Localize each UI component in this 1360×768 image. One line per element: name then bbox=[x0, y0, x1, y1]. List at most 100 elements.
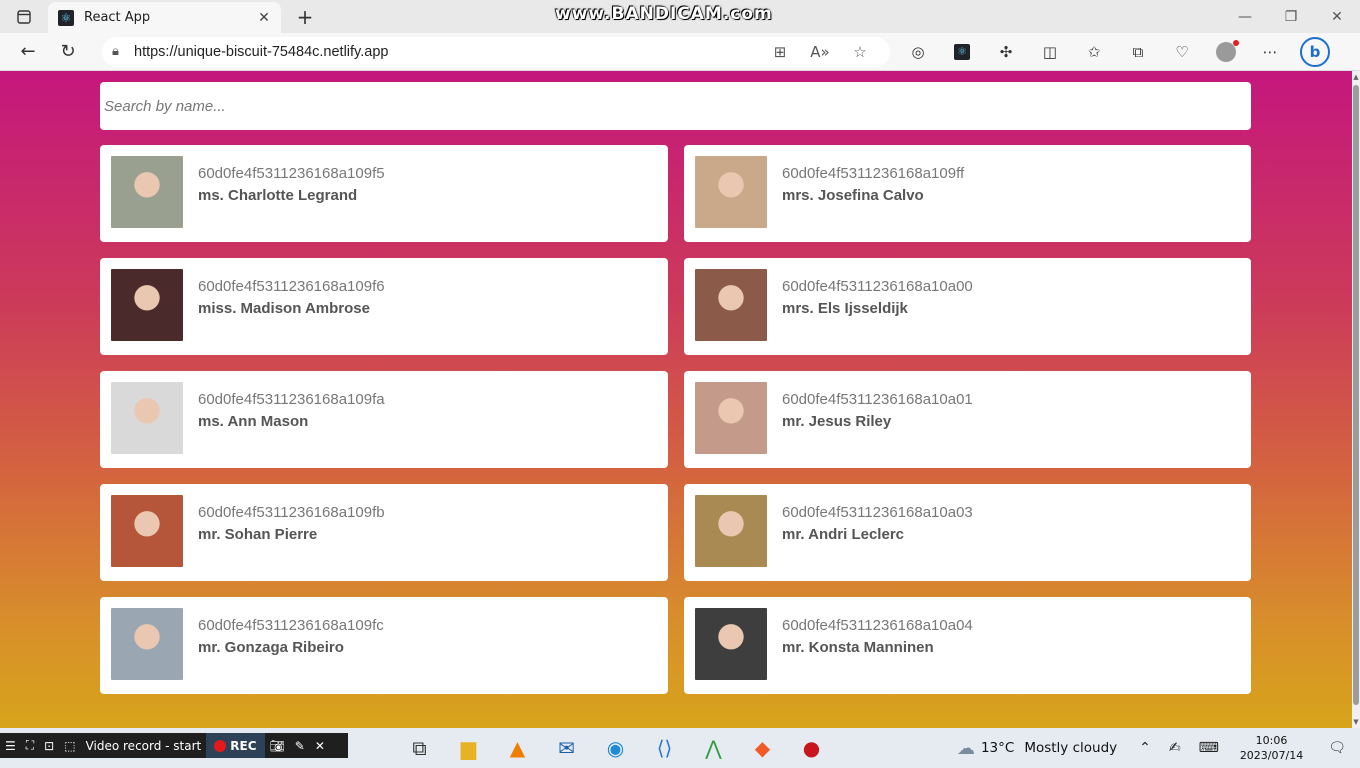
user-info: 60d0fe4f5311236168a109ff mrs. Josefina Ca… bbox=[782, 164, 964, 207]
user-card[interactable]: 60d0fe4f5311236168a10a03 mr. Andri Lecler… bbox=[684, 484, 1251, 581]
system-tray: ☁ 13°C Mostly cloudy ⌃ ✍ ⌨ 10:06 2023/07… bbox=[957, 728, 1360, 768]
pen-tray-icon[interactable]: ✍ bbox=[1169, 740, 1181, 756]
fullscreen-mode-icon[interactable]: ⛶ bbox=[21, 733, 39, 758]
cloudy-weather-icon[interactable]: ☁ bbox=[957, 738, 975, 759]
brave-icon[interactable]: ◆ bbox=[738, 728, 787, 768]
clock-time: 10:06 bbox=[1255, 734, 1288, 747]
user-card[interactable]: 60d0fe4f5311236168a109f6 miss. Madison Am… bbox=[100, 258, 668, 355]
user-name: mr. Andri Leclerc bbox=[782, 526, 904, 543]
mail-icon[interactable]: ✉ bbox=[542, 728, 591, 768]
rec-button[interactable]: REC bbox=[206, 733, 265, 758]
menu-icon[interactable]: ☰ bbox=[0, 733, 21, 758]
url-text[interactable]: https://unique-biscuit-75484c.netlify.ap… bbox=[134, 44, 760, 60]
target-window-icon[interactable]: ⊡ bbox=[39, 733, 59, 758]
user-id: 60d0fe4f5311236168a10a00 bbox=[782, 278, 973, 295]
user-name: mr. Sohan Pierre bbox=[198, 526, 318, 543]
user-info: 60d0fe4f5311236168a109f5 ms. Charlotte Le… bbox=[198, 164, 385, 207]
vscode-icon[interactable]: ⟨⟩ bbox=[640, 728, 689, 768]
rect-area-icon[interactable]: ⬚ bbox=[59, 733, 80, 758]
file-explorer-icon[interactable]: ▆ bbox=[444, 728, 493, 768]
user-card[interactable]: 60d0fe4f5311236168a10a01 mr. Jesus Riley bbox=[684, 371, 1251, 468]
recorder-label: Video record - start bbox=[85, 738, 202, 753]
user-avatar bbox=[111, 608, 183, 680]
scroll-up-icon[interactable]: ▲ bbox=[1352, 73, 1360, 81]
tab-title: React App bbox=[84, 10, 151, 25]
refresh-icon[interactable]: ↻ bbox=[48, 36, 88, 68]
user-card[interactable]: 60d0fe4f5311236168a109fa ms. Ann Mason bbox=[100, 371, 668, 468]
user-avatar bbox=[695, 269, 767, 341]
close-recorder-icon[interactable]: ✕ bbox=[310, 733, 330, 758]
browser-tab-bar: ⚛ React App ✕ + www.BANDICAM.com — ❐ ✕ bbox=[0, 0, 1360, 33]
user-info: 60d0fe4f5311236168a10a04 mr. Konsta Manni… bbox=[782, 616, 973, 659]
user-card[interactable]: 60d0fe4f5311236168a109fb mr. Sohan Pierre bbox=[100, 484, 668, 581]
user-avatar bbox=[695, 608, 767, 680]
notification-icon[interactable]: 🗨︎ bbox=[1328, 740, 1346, 756]
user-card[interactable]: 60d0fe4f5311236168a10a00 mrs. Els Ijsseld… bbox=[684, 258, 1251, 355]
user-card[interactable]: 60d0fe4f5311236168a10a04 mr. Konsta Manni… bbox=[684, 597, 1251, 694]
new-tab-button[interactable]: + bbox=[289, 1, 321, 33]
bing-icon[interactable]: b bbox=[1300, 36, 1330, 67]
minimize-icon[interactable]: — bbox=[1222, 0, 1268, 33]
tracking-icon[interactable]: ◎ bbox=[896, 36, 940, 68]
user-card[interactable]: 60d0fe4f5311236168a109fc mr. Gonzaga Ribe… bbox=[100, 597, 668, 694]
react-devtools-icon[interactable]: ⚛ bbox=[954, 43, 970, 60]
user-info: 60d0fe4f5311236168a10a01 mr. Jesus Riley bbox=[782, 390, 973, 433]
more-menu-icon[interactable]: ⋯ bbox=[1248, 36, 1292, 68]
weather-description[interactable]: Mostly cloudy bbox=[1024, 740, 1117, 756]
scrollbar-thumb[interactable] bbox=[1353, 85, 1359, 705]
user-card-grid: 60d0fe4f5311236168a109f5 ms. Charlotte Le… bbox=[100, 145, 1251, 694]
user-info: 60d0fe4f5311236168a10a03 mr. Andri Lecler… bbox=[782, 503, 973, 546]
user-name: mrs. Josefina Calvo bbox=[782, 187, 924, 204]
favorites-icon[interactable]: ✩ bbox=[1072, 36, 1116, 68]
task-view-icon[interactable]: ⧉ bbox=[395, 728, 444, 768]
app-available-icon[interactable]: ⊞ bbox=[760, 43, 800, 61]
keyboard-icon[interactable]: ⌨ bbox=[1199, 740, 1219, 756]
clock[interactable]: 10:06 2023/07/14 bbox=[1240, 733, 1303, 763]
tab-actions-button[interactable] bbox=[0, 0, 48, 33]
taskbar-apps: ⧉ ▆ ▲ ✉ ◉ ⟨⟩ ⋀ ◆ ● bbox=[395, 728, 836, 768]
browser-tab[interactable]: ⚛ React App ✕ bbox=[48, 2, 281, 33]
tab-close-icon[interactable]: ✕ bbox=[255, 10, 273, 26]
window-controls: — ❐ ✕ bbox=[1222, 0, 1360, 33]
bandicam-recorder-bar: ☰ ⛶ ⊡ ⬚ Video record - start REC 📷︎ ✎ ✕ bbox=[0, 733, 348, 758]
address-bar[interactable]: 🔒︎ https://unique-biscuit-75484c.netlify… bbox=[102, 36, 890, 67]
split-screen-icon[interactable]: ◫ bbox=[1028, 36, 1072, 68]
lock-icon[interactable]: 🔒︎ bbox=[112, 44, 134, 59]
performance-icon[interactable]: ♡ bbox=[1160, 36, 1204, 68]
weather-temp[interactable]: 13°C bbox=[981, 740, 1014, 756]
bandicam-icon[interactable]: ● bbox=[787, 728, 836, 768]
user-info: 60d0fe4f5311236168a109f6 miss. Madison Am… bbox=[198, 277, 385, 320]
extensions-icon[interactable]: ✣ bbox=[984, 36, 1028, 68]
react-favicon-icon: ⚛ bbox=[58, 9, 74, 26]
tab-actions-icon bbox=[17, 9, 31, 24]
vlc-icon[interactable]: ▲ bbox=[493, 728, 542, 768]
collections-icon[interactable]: ⧉ bbox=[1116, 36, 1160, 68]
user-avatar bbox=[111, 382, 183, 454]
favorite-star-icon[interactable]: ☆ bbox=[840, 43, 880, 61]
restore-icon[interactable]: ❐ bbox=[1268, 0, 1314, 33]
clock-date: 2023/07/14 bbox=[1239, 749, 1304, 762]
user-card[interactable]: 60d0fe4f5311236168a109ff mrs. Josefina Ca… bbox=[684, 145, 1251, 242]
record-dot-icon bbox=[214, 739, 227, 752]
read-aloud-icon[interactable]: A» bbox=[800, 43, 840, 61]
user-id: 60d0fe4f5311236168a109fa bbox=[198, 391, 385, 408]
back-icon[interactable]: ← bbox=[8, 36, 48, 68]
camera-icon[interactable]: 📷︎ bbox=[265, 733, 290, 758]
edge-icon[interactable]: ◉ bbox=[591, 728, 640, 768]
spectrum-app-icon[interactable]: ⋀ bbox=[689, 728, 738, 768]
search-input[interactable] bbox=[100, 82, 1251, 130]
page-scrollbar[interactable]: ▲ ▼ bbox=[1352, 71, 1360, 728]
chevron-up-icon[interactable]: ⌃ bbox=[1139, 740, 1151, 756]
user-name: ms. Charlotte Legrand bbox=[198, 187, 358, 204]
pen-icon[interactable]: ✎ bbox=[290, 733, 310, 758]
user-id: 60d0fe4f5311236168a109f6 bbox=[198, 278, 385, 295]
user-info: 60d0fe4f5311236168a10a00 mrs. Els Ijsseld… bbox=[782, 277, 973, 320]
scroll-down-icon[interactable]: ▼ bbox=[1352, 718, 1360, 726]
toolbar-extensions: ◎ ⚛ ✣ ◫ ✩ ⧉ ♡ ⋯ b bbox=[896, 36, 1330, 68]
profile-avatar[interactable] bbox=[1216, 39, 1239, 62]
user-card[interactable]: 60d0fe4f5311236168a109f5 ms. Charlotte Le… bbox=[100, 145, 668, 242]
user-avatar bbox=[111, 495, 183, 567]
close-window-icon[interactable]: ✕ bbox=[1314, 0, 1360, 33]
user-name: mr. Konsta Manninen bbox=[782, 639, 934, 656]
user-avatar bbox=[111, 156, 183, 228]
